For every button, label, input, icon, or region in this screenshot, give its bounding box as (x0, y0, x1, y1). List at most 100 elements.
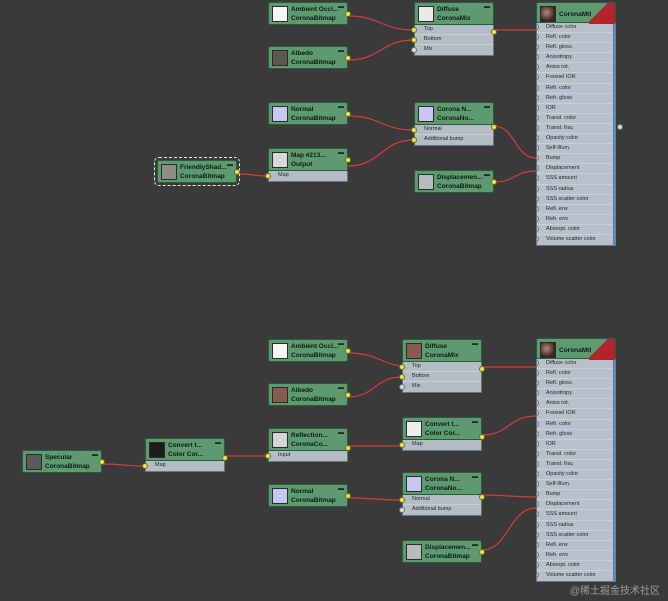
input-port[interactable] (411, 137, 417, 143)
node-normal-bitmap-1[interactable]: Normal CoronaBitmap ▬ (268, 102, 351, 125)
input-port[interactable] (537, 114, 539, 121)
material-slot[interactable]: Bump (537, 154, 613, 165)
input-port[interactable] (537, 44, 539, 51)
minimize-button[interactable]: ▬ (472, 474, 478, 480)
material-slot[interactable]: SSS scatter color (537, 531, 613, 541)
material-node-1[interactable]: CoronaMtl Diffuse color Refl. color Refl. … (536, 2, 623, 247)
node-ambient-occlusion-1[interactable]: Ambient Occl... CoronaBitmap ▬ (268, 2, 351, 25)
input-slot-bottom[interactable]: Bottom (403, 372, 481, 382)
minimize-button[interactable]: ▬ (338, 48, 344, 54)
input-slot-bottom[interactable]: Bottom (415, 35, 493, 45)
material-slot[interactable]: Refr. gloss (537, 430, 613, 440)
node-albedo-1[interactable]: Albedo CoronaBitmap ▬ (268, 46, 351, 69)
material-slot[interactable]: IOR (537, 440, 613, 450)
input-port[interactable] (537, 450, 539, 457)
input-port[interactable] (537, 225, 539, 232)
minimize-button[interactable]: ▬ (484, 104, 490, 110)
node-albedo-2[interactable]: Albedo CoronaBitmap ▬ (268, 383, 351, 406)
minimize-button[interactable]: ▬ (227, 162, 233, 168)
input-port[interactable] (537, 370, 539, 377)
input-port[interactable] (537, 54, 539, 61)
input-port[interactable] (537, 521, 539, 528)
material-slot[interactable]: Transl. frac (537, 124, 613, 135)
material-slot[interactable]: Opacity color (537, 134, 613, 145)
node-corona-normal-2[interactable]: Corona N... CoronaNo... ▬ Normal Additio… (399, 472, 485, 516)
input-port[interactable] (537, 175, 539, 182)
material-slot[interactable]: Diffuse color (537, 359, 613, 370)
material-slot[interactable]: Refr. env (537, 215, 613, 225)
output-port[interactable] (491, 124, 497, 130)
material-slot[interactable]: Displacement (537, 500, 613, 511)
input-port[interactable] (537, 430, 539, 437)
input-slot-map[interactable]: Map (146, 461, 224, 471)
input-port[interactable] (537, 64, 539, 71)
output-port[interactable] (479, 366, 485, 372)
material-slot[interactable]: Absorpt. color (537, 225, 613, 235)
input-port[interactable] (537, 84, 539, 91)
input-slot-normal[interactable]: Normal (415, 125, 493, 135)
input-port[interactable] (537, 185, 539, 192)
material-slot[interactable]: Refr. color (537, 84, 613, 94)
output-port[interactable] (479, 434, 485, 440)
material-slot[interactable]: SSS amount (537, 510, 613, 521)
node-editor-canvas[interactable]: Ambient Occl... CoronaBitmap ▬ Albedo Co… (0, 0, 668, 601)
input-port[interactable] (537, 195, 539, 202)
node-displacement-1[interactable]: Displacemen... CoronaBitmap ▬ (414, 170, 497, 193)
output-port[interactable] (234, 169, 240, 175)
material-slot[interactable]: Diffuse color (537, 23, 613, 34)
node-diffuse-mix-1[interactable]: Diffuse CoronaMix ▬ Top Bottom Mix (411, 2, 497, 56)
material-slot[interactable]: Refr. env (537, 551, 613, 561)
node-ambient-occlusion-2[interactable]: Ambient Occl... CoronaBitmap ▬ (268, 339, 351, 362)
material-slot[interactable]: Displacement (537, 164, 613, 175)
node-displacement-2[interactable]: Displacemen... CoronaBitmap ▬ (402, 540, 485, 563)
input-port[interactable] (537, 74, 539, 81)
input-port[interactable] (537, 571, 539, 578)
input-port[interactable] (537, 531, 539, 538)
input-port[interactable] (265, 453, 271, 459)
output-port[interactable] (345, 157, 351, 163)
input-port[interactable] (537, 380, 539, 387)
material-slot[interactable]: Transl. frac (537, 460, 613, 471)
material-slot[interactable]: Aniso rot. (537, 63, 613, 74)
node-friendly-shadow-selected[interactable]: FriendlyShad... CoronaBitmap ▬ (154, 157, 240, 186)
material-slot[interactable]: Transl. color (537, 450, 613, 460)
input-port[interactable] (537, 471, 539, 478)
input-port[interactable] (537, 491, 539, 498)
minimize-button[interactable]: ▬ (215, 440, 221, 446)
input-slot-mix[interactable]: Mix (415, 45, 493, 55)
input-port[interactable] (537, 360, 539, 366)
input-port[interactable] (537, 165, 539, 172)
input-port[interactable] (399, 442, 405, 448)
output-port[interactable] (345, 55, 351, 61)
material-slot[interactable]: Transl. color (537, 114, 613, 124)
minimize-button[interactable]: ▬ (338, 4, 344, 10)
minimize-button[interactable]: ▬ (472, 341, 478, 347)
input-port[interactable] (537, 481, 539, 488)
input-port[interactable] (265, 173, 271, 179)
input-port[interactable] (537, 551, 539, 558)
input-slot-additional-bump[interactable]: Additional bump (403, 505, 481, 515)
material-slot[interactable]: Refr. color (537, 420, 613, 430)
input-port[interactable] (537, 400, 539, 407)
output-port[interactable] (345, 348, 351, 354)
input-slot-mix[interactable]: Mix (403, 382, 481, 392)
input-slot-normal[interactable]: Normal (403, 495, 481, 505)
minimize-button[interactable]: ▬ (338, 385, 344, 391)
input-port[interactable] (537, 460, 539, 467)
material-slot[interactable]: Aniso rot. (537, 399, 613, 410)
minimize-button[interactable]: ▬ (484, 172, 490, 178)
node-color-correct-1[interactable]: Convert t... Color Cor... ▬ Map (142, 438, 228, 472)
material-slot[interactable]: SSS radius (537, 521, 613, 531)
input-slot-additional-bump[interactable]: Additional bump (415, 135, 493, 145)
material-slot[interactable]: SSS radius (537, 185, 613, 195)
minimize-button[interactable]: ▬ (338, 150, 344, 156)
material-slot[interactable]: Absorpt. color (537, 561, 613, 571)
input-port[interactable] (537, 440, 539, 447)
node-specular[interactable]: Specular CoronaBitmap ▬ (22, 450, 105, 473)
material-slot[interactable]: Refr. gloss. (537, 94, 613, 104)
input-port[interactable] (537, 390, 539, 397)
node-reflection-color[interactable]: Reflection... CoronaCo... ▬ Input (265, 428, 351, 462)
material-slot[interactable]: Refl. env (537, 541, 613, 551)
input-port[interactable] (537, 24, 539, 30)
input-port[interactable] (537, 145, 539, 152)
